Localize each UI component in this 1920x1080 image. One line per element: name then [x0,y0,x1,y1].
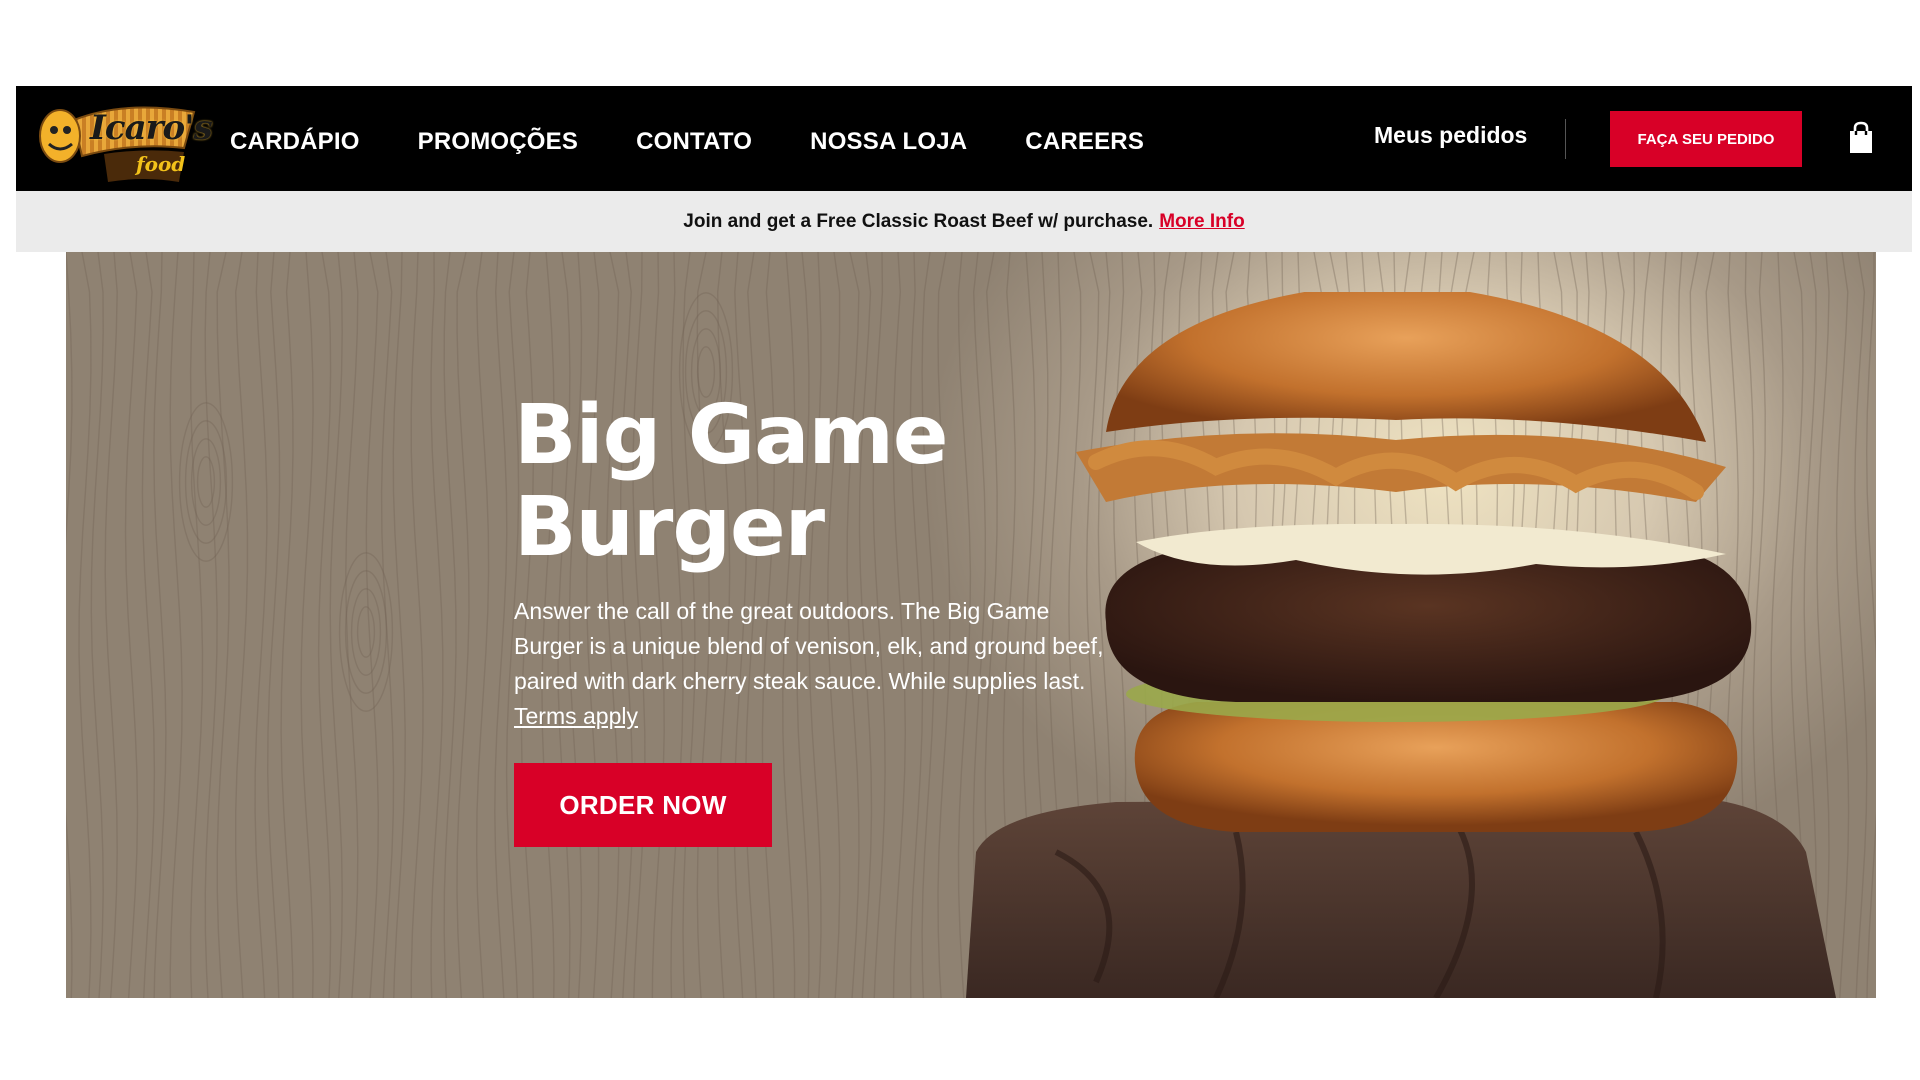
hero-banner: Big Game Burger Answer the call of the g… [66,252,1876,998]
site-header: Icaro's food CARDÁPIO PROMOÇÕES CONTATO … [16,86,1912,191]
promo-banner: Join and get a Free Classic Roast Beef w… [16,191,1912,252]
promo-text: Join and get a Free Classic Roast Beef w… [683,210,1154,232]
terms-apply-link[interactable]: Terms apply [514,703,638,729]
shopping-bag-icon[interactable] [1848,121,1874,155]
hero-description: Answer the call of the great outdoors. T… [514,594,1114,734]
hero-title-line2: Burger [514,480,825,575]
page: Icaro's food CARDÁPIO PROMOÇÕES CONTATO … [0,0,1920,1080]
main-nav: CARDÁPIO PROMOÇÕES CONTATO NOSSA LOJA CA… [230,86,1202,191]
header-divider [1565,119,1566,159]
hero-title-line1: Big Game [514,388,949,483]
nav-item-cardapio[interactable]: CARDÁPIO [230,122,360,156]
place-order-button[interactable]: FAÇA SEU PEDIDO [1610,111,1802,167]
nav-item-nossa-loja[interactable]: NOSSA LOJA [810,122,967,156]
nav-item-careers[interactable]: CAREERS [1025,122,1144,156]
logo-subtext: food [136,152,186,176]
hero-title: Big Game Burger [514,388,949,575]
order-now-button[interactable]: ORDER NOW [514,763,772,847]
brand-logo[interactable]: Icaro's food [34,90,213,188]
hero-description-text: Answer the call of the great outdoors. T… [514,598,1104,694]
nav-item-contato[interactable]: CONTATO [636,122,752,156]
logo-text: Icaro's [90,108,213,148]
nav-item-promocoes[interactable]: PROMOÇÕES [418,122,578,156]
my-orders-link[interactable]: Meus pedidos [1374,122,1527,149]
promo-more-info-link[interactable]: More Info [1159,211,1245,233]
